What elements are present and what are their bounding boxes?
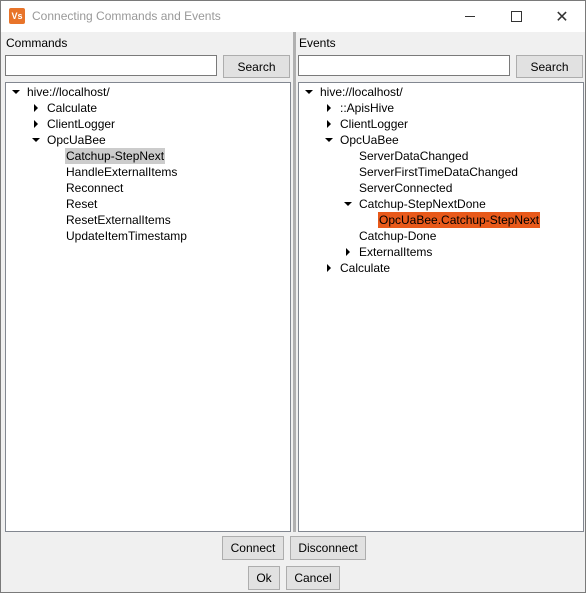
events-tree[interactable]: hive://localhost/ ::ApisHive ClientLogge… [298,82,584,532]
tree-node-label: ServerConnected [359,181,453,195]
tree-node-label: hive://localhost/ [27,85,110,99]
title-bar: Vs Connecting Commands and Events ✕ [1,1,585,32]
tree-node-label: Catchup-StepNextDone [359,197,486,211]
tree-node-label: Reconnect [66,181,124,195]
commands-search-input[interactable] [5,55,217,76]
minimize-icon [465,16,475,17]
events-search-button[interactable]: Search [516,55,583,78]
expand-arrow-icon[interactable] [30,132,42,148]
expand-arrow-icon[interactable] [303,84,315,100]
expand-arrow-icon[interactable] [342,196,354,212]
tree-node-label: ClientLogger [340,117,409,131]
ok-button[interactable]: Ok [248,566,280,590]
tree-node-label: ExternalItems [359,245,433,259]
tree-node-label: ResetExternalItems [66,213,171,227]
maximize-icon [510,11,522,22]
close-icon: ✕ [555,8,569,26]
collapsed-arrow-icon[interactable] [323,100,335,116]
collapsed-arrow-icon[interactable] [30,100,42,116]
tree-node-label: OpcUaBee.Catchup-StepNext [378,212,541,228]
tree-node-label: Reset [66,197,98,211]
tree-node-label: ::ApisHive [340,101,395,115]
expand-arrow-icon[interactable] [10,84,22,100]
tree-node-label: ServerDataChanged [359,149,469,163]
tree-node-label: ServerFirstTimeDataChanged [359,165,518,179]
tree-node-label: Calculate [47,101,98,115]
close-button[interactable]: ✕ [539,1,585,32]
commands-tree[interactable]: hive://localhost/ Calculate ClientLogger… [5,82,291,532]
tree-node-label: UpdateItemTimestamp [66,229,187,243]
tree-node-label: HandleExternalItems [66,165,178,179]
pane-splitter[interactable] [293,32,296,532]
tree-node-label: Catchup-StepNext [65,148,166,164]
collapsed-arrow-icon[interactable] [30,116,42,132]
events-search-input[interactable] [298,55,510,76]
tree-node-label: hive://localhost/ [320,85,403,99]
app-icon: Vs [9,8,25,24]
tree-node-label: OpcUaBee [47,133,106,147]
collapsed-arrow-icon[interactable] [323,116,335,132]
disconnect-button[interactable]: Disconnect [290,536,366,560]
tree-node-label: Calculate [340,261,391,275]
events-header: Events [299,36,336,50]
dialog-window: Vs Connecting Commands and Events ✕ Comm… [0,0,586,593]
window-title: Connecting Commands and Events [32,9,221,23]
collapsed-arrow-icon[interactable] [342,244,354,260]
tree-node-label: Catchup-Done [359,229,437,243]
minimize-button[interactable] [447,1,493,32]
commands-header: Commands [6,36,68,50]
tree-node-label: OpcUaBee [340,133,399,147]
cancel-button[interactable]: Cancel [286,566,340,590]
connect-button[interactable]: Connect [222,536,284,560]
tree-node-label: ClientLogger [47,117,116,131]
commands-search-button[interactable]: Search [223,55,290,78]
collapsed-arrow-icon[interactable] [323,260,335,276]
expand-arrow-icon[interactable] [323,132,335,148]
maximize-button[interactable] [493,1,539,32]
